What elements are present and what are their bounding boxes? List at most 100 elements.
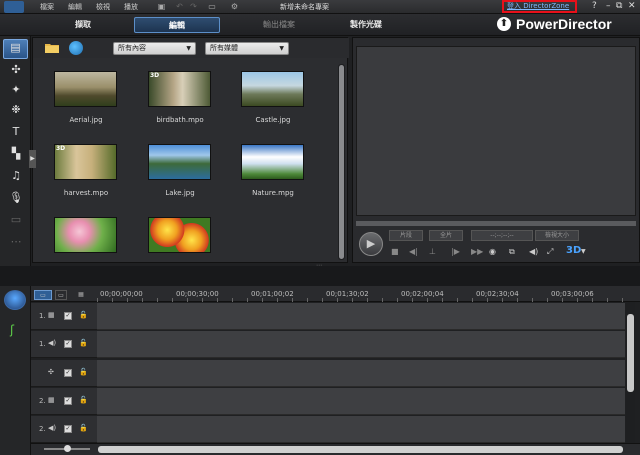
media-label: Lake.jpg xyxy=(165,189,195,197)
ruler-time-label: 00;01;00;02 xyxy=(251,290,294,298)
lock-icon[interactable]: 🔓 xyxy=(79,311,88,319)
menu-playback[interactable]: 播放 xyxy=(124,2,138,12)
fast-forward-icon[interactable]: ▶▶ xyxy=(471,247,483,256)
view-size-dropdown[interactable]: 檢視大小 xyxy=(535,230,579,241)
redo-icon[interactable]: ↷ xyxy=(189,2,198,11)
tab-capture[interactable]: 擷取 xyxy=(58,17,108,33)
lock-icon[interactable]: 🔓 xyxy=(79,368,88,376)
track-lane[interactable] xyxy=(97,388,625,415)
track-lane[interactable] xyxy=(97,303,625,330)
fx-room-icon[interactable]: ✣ xyxy=(6,62,26,78)
3d-mode-button[interactable]: 3D xyxy=(566,245,581,256)
add-track-icon[interactable]: ▦ xyxy=(74,290,88,300)
import-folder-icon[interactable] xyxy=(45,42,59,53)
track-enable-checkbox[interactable]: ✓ xyxy=(64,425,72,433)
media-thumb-flowers[interactable] xyxy=(148,217,211,253)
play-button[interactable]: ▶ xyxy=(359,232,383,256)
track-lane[interactable] xyxy=(97,360,625,387)
window-title: 新增未命名專案 xyxy=(280,3,329,11)
timeline-zoom-knob[interactable] xyxy=(64,445,71,452)
tab-produce[interactable]: 輸出檔案 xyxy=(246,17,312,33)
media-thumb-blossom[interactable] xyxy=(54,217,117,253)
transition-room-icon[interactable]: ▚ xyxy=(6,146,26,162)
preview-progress-bar[interactable] xyxy=(356,221,636,226)
video-track-icon: ▦ xyxy=(48,396,55,404)
media-thumb-castle[interactable] xyxy=(241,71,304,107)
mark-in-icon[interactable]: ⊥ xyxy=(429,247,436,256)
close-icon[interactable]: ✕ xyxy=(628,1,636,11)
track-header: 2. ▦ ✓ 🔓 xyxy=(31,388,97,415)
restore-icon[interactable]: ⧉ xyxy=(616,1,622,11)
media-room-icon[interactable]: ▤ xyxy=(3,39,28,59)
tab-edit[interactable]: 編輯 xyxy=(134,17,220,33)
brand-logo: PowerDirector xyxy=(516,16,612,32)
title-room-icon[interactable]: T xyxy=(6,124,26,140)
track-enable-checkbox[interactable]: ✓ xyxy=(64,312,72,320)
fx-track-icon: ✣ xyxy=(48,368,54,376)
track-number: 2. xyxy=(39,397,46,405)
particle-room-icon[interactable]: ❉ xyxy=(6,102,26,118)
zoom-icon[interactable]: ▭ xyxy=(205,2,219,11)
panel-collapse-handle[interactable]: ▶ xyxy=(29,150,36,168)
audio-wave-icon[interactable]: ʃ xyxy=(10,323,14,337)
upgrade-arrow-icon[interactable]: ⬆ xyxy=(497,17,511,31)
media-label: birdbath.mpo xyxy=(156,116,204,124)
timeline-vertical-scroll-thumb[interactable] xyxy=(627,314,634,392)
ruler-time-label: 00;01;30;02 xyxy=(326,290,369,298)
voice-over-icon[interactable]: 🎙 xyxy=(6,190,26,206)
next-frame-icon[interactable]: |▶ xyxy=(451,247,460,256)
undo-icon[interactable]: ↶ xyxy=(175,2,184,11)
media-thumb-lake[interactable] xyxy=(148,144,211,180)
storyboard-view-button[interactable]: ▭ xyxy=(55,290,67,300)
menu-file[interactable]: 檔案 xyxy=(40,2,54,12)
app-window: 檔案 編輯 檢視 播放 ▣ ↶ ↷ ▭ ⚙ 新增未命名專案 登入 Directo… xyxy=(0,0,640,455)
clip-mode-button[interactable]: 片段 xyxy=(389,230,423,241)
timeline-view-button[interactable]: ▭ xyxy=(34,290,52,300)
lock-icon[interactable]: 🔓 xyxy=(79,339,88,347)
gear-icon[interactable]: ⚙ xyxy=(230,2,239,11)
lock-icon[interactable]: 🔓 xyxy=(79,424,88,432)
directorzone-login-link[interactable]: 登入 DirectorZone xyxy=(502,0,577,13)
previous-frame-icon[interactable]: ◀| xyxy=(409,247,418,256)
track-enable-checkbox[interactable]: ✓ xyxy=(64,369,72,377)
title-bar: 檔案 編輯 檢視 播放 ▣ ↶ ↷ ▭ ⚙ 新增未命名專案 登入 Directo… xyxy=(0,0,640,14)
chevron-down-icon[interactable]: ▼ xyxy=(581,248,586,255)
pip-room-icon[interactable]: ✦ xyxy=(6,82,26,98)
fullscreen-icon[interactable]: ⤢ xyxy=(547,247,553,257)
3d-badge: 3D xyxy=(150,72,160,79)
timeline-ruler[interactable] xyxy=(97,298,627,302)
media-thumb-nature[interactable] xyxy=(241,144,304,180)
tab-create-disc[interactable]: 製作光碟 xyxy=(336,17,396,33)
content-filter-dropdown[interactable]: 所有內容 ▼ xyxy=(113,42,196,55)
track-enable-checkbox[interactable]: ✓ xyxy=(64,397,72,405)
menu-edit[interactable]: 編輯 xyxy=(68,2,82,12)
help-button[interactable]: ? xyxy=(592,1,597,11)
minimize-icon[interactable]: – xyxy=(606,1,611,11)
subtitle-room-icon[interactable]: ⋯ xyxy=(6,234,26,250)
media-thumb-birdbath[interactable]: 3D xyxy=(148,71,211,107)
room-toolbar: ▤ ✣ ✦ ❉ T ▚ ♫ 🎙 ▭ ⋯ xyxy=(0,36,31,266)
media-thumb-aerial[interactable] xyxy=(54,71,117,107)
volume-icon[interactable]: ◀) xyxy=(529,247,538,256)
chapter-room-icon[interactable]: ▭ xyxy=(6,212,26,228)
magic-tools-icon[interactable] xyxy=(4,290,26,310)
menu-view[interactable]: 檢視 xyxy=(96,2,110,12)
stop-icon[interactable]: ■ xyxy=(391,247,399,256)
timeline-horizontal-scrollbar[interactable] xyxy=(98,446,623,453)
download-globe-icon[interactable] xyxy=(69,41,83,55)
resize-grip-icon[interactable]: ⋯ xyxy=(316,262,322,269)
track-lane[interactable] xyxy=(97,331,625,358)
audio-mixing-icon[interactable]: ♫ xyxy=(6,168,26,184)
track-enable-checkbox[interactable]: ✓ xyxy=(64,340,72,348)
panel-divider[interactable] xyxy=(0,266,640,286)
snapshot-icon[interactable]: ◉ xyxy=(489,247,496,256)
movie-mode-button[interactable]: 全片 xyxy=(429,230,463,241)
media-filter-dropdown[interactable]: 所有媒體 ▼ xyxy=(205,42,289,55)
media-thumb-harvest[interactable]: 3D xyxy=(54,144,117,180)
lock-icon[interactable]: 🔓 xyxy=(79,396,88,404)
library-scrollbar-thumb[interactable] xyxy=(339,65,344,259)
timeline-sidebar xyxy=(0,286,31,455)
undock-icon[interactable]: ⧉ xyxy=(509,247,515,257)
track-lane[interactable] xyxy=(97,416,625,443)
save-icon[interactable]: ▣ xyxy=(157,2,166,11)
